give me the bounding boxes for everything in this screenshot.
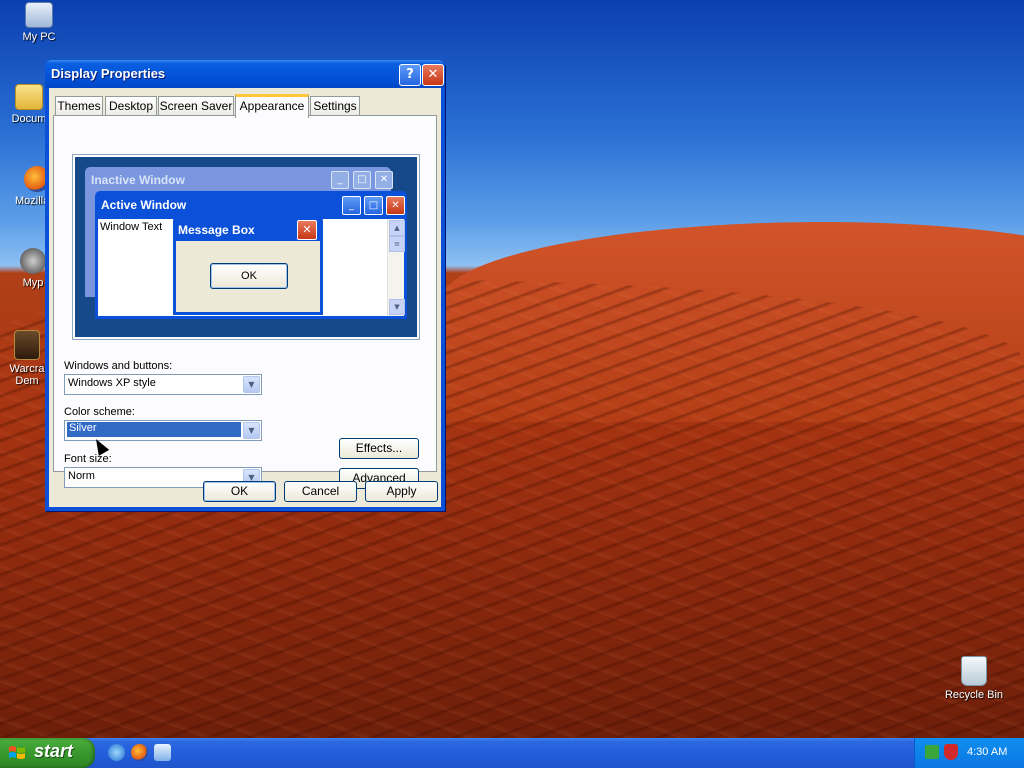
help-button[interactable]: ?: [399, 64, 421, 86]
tab-label: Screen Saver: [159, 99, 233, 113]
effects-button[interactable]: Effects...: [339, 438, 419, 459]
message-box-title: Message Box: [178, 223, 255, 237]
minimize-icon: _: [342, 196, 361, 215]
message-box-ok-button: OK: [210, 263, 288, 289]
internet-explorer-icon[interactable]: [108, 744, 125, 761]
tab-appearance[interactable]: Appearance: [235, 94, 309, 118]
inactive-window-title: Inactive Window: [91, 173, 185, 187]
apply-button[interactable]: Apply: [365, 481, 438, 502]
minimize-icon: _: [331, 171, 349, 189]
dialog-client-area: Themes Desktop Screen Saver Appearance S…: [49, 88, 441, 507]
select-value: Norm: [68, 470, 95, 482]
desktop-icon-recycle-bin[interactable]: Recycle Bin: [939, 656, 1009, 701]
preview-scrollbar: ▲ ≡ ▼: [387, 219, 405, 316]
font-size-label: Font size:: [64, 453, 112, 465]
tab-settings[interactable]: Settings: [310, 96, 360, 115]
warcraft-icon: [14, 330, 40, 360]
scroll-down-icon: ▼: [389, 299, 405, 315]
windows-and-buttons-select[interactable]: Windows XP style ▼: [64, 374, 262, 395]
desktop-icon-label: Recycle Bin: [944, 689, 1004, 701]
cancel-button[interactable]: Cancel: [284, 481, 357, 502]
windows-and-buttons-label: Windows and buttons:: [64, 360, 173, 372]
window-text-sample: Window Text: [100, 221, 163, 233]
preview-message-box: Message Box ✕ OK: [173, 217, 323, 315]
windows-logo-icon: [9, 746, 25, 759]
scroll-up-icon: ▲: [389, 220, 405, 236]
appearance-preview: Inactive Window _ □ ✕ Active Window _ □ …: [72, 154, 420, 340]
tab-label: Themes: [57, 99, 101, 113]
close-icon: ✕: [297, 220, 317, 240]
folder-icon: [15, 84, 43, 110]
select-value: Silver: [67, 422, 241, 437]
network-icon[interactable]: [925, 745, 939, 759]
chevron-down-icon[interactable]: ▼: [243, 422, 260, 439]
system-tray: 4:30 AM: [914, 738, 1024, 768]
firefox-icon[interactable]: [131, 744, 148, 761]
start-button[interactable]: start: [0, 738, 95, 768]
close-icon: ✕: [427, 67, 439, 82]
preview-desktop: Inactive Window _ □ ✕ Active Window _ □ …: [75, 157, 417, 337]
scroll-thumb: ≡: [389, 236, 405, 252]
color-scheme-label: Color scheme:: [64, 406, 135, 418]
close-icon: ✕: [386, 196, 405, 215]
tab-desktop[interactable]: Desktop: [105, 96, 157, 115]
dialog-title: Display Properties: [51, 66, 166, 81]
tab-label: Desktop: [108, 99, 154, 113]
ok-button[interactable]: OK: [203, 481, 276, 502]
help-icon: ?: [406, 67, 414, 82]
tab-label: Appearance: [239, 99, 305, 113]
start-label: start: [34, 741, 74, 761]
messenger-icon[interactable]: [154, 744, 171, 761]
desktop-icon-my-pc[interactable]: My PC: [4, 2, 74, 43]
select-value: Windows XP style: [68, 377, 156, 389]
clock[interactable]: 4:30 AM: [967, 746, 1007, 758]
appearance-tab-panel: Inactive Window _ □ ✕ Active Window _ □ …: [53, 115, 437, 489]
active-window-title: Active Window: [101, 198, 187, 212]
close-icon: ✕: [375, 171, 393, 189]
tab-label: Settings: [313, 99, 357, 113]
tab-themes[interactable]: Themes: [55, 96, 103, 115]
taskbar: start 4:30 AM: [0, 738, 1024, 768]
app-icon: [20, 248, 46, 274]
maximize-icon: □: [364, 196, 383, 215]
security-shield-icon[interactable]: [944, 744, 958, 760]
chevron-down-icon[interactable]: ▼: [243, 376, 260, 393]
desktop-icon-label: My PC: [22, 31, 56, 43]
computer-icon: [25, 2, 53, 28]
tab-screen-saver[interactable]: Screen Saver: [158, 96, 234, 115]
message-box-body: OK: [176, 241, 320, 312]
dialog-titlebar[interactable]: Display Properties ? ✕: [45, 60, 445, 88]
maximize-icon: □: [353, 171, 371, 189]
color-scheme-select[interactable]: Silver ▼: [64, 420, 262, 441]
close-button[interactable]: ✕: [422, 64, 444, 86]
recycle-bin-icon: [961, 656, 987, 686]
